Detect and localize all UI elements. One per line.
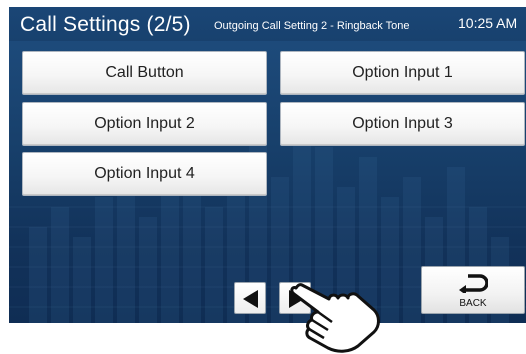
back-label: BACK xyxy=(459,298,487,309)
option-input-4-button[interactable]: Option Input 4 xyxy=(22,152,267,196)
triangle-left-icon xyxy=(243,290,258,308)
back-button[interactable]: BACK xyxy=(421,266,525,314)
page-title: Call Settings (2/5) xyxy=(20,13,191,36)
call-button-option[interactable]: Call Button xyxy=(22,51,267,95)
option-input-2-button[interactable]: Option Input 2 xyxy=(22,102,267,146)
option-input-1-button[interactable]: Option Input 1 xyxy=(280,51,525,95)
pointing-hand-icon xyxy=(290,283,380,353)
previous-page-button[interactable] xyxy=(234,282,266,314)
header-bar: Call Settings (2/5) Outgoing Call Settin… xyxy=(9,7,526,41)
page-subtitle: Outgoing Call Setting 2 - Ringback Tone xyxy=(214,20,410,32)
touch-screen: Call Settings (2/5) Outgoing Call Settin… xyxy=(9,7,526,323)
clock: 10:25 AM xyxy=(458,15,518,31)
return-arrow-icon xyxy=(459,274,488,293)
option-input-3-button[interactable]: Option Input 3 xyxy=(280,102,525,146)
